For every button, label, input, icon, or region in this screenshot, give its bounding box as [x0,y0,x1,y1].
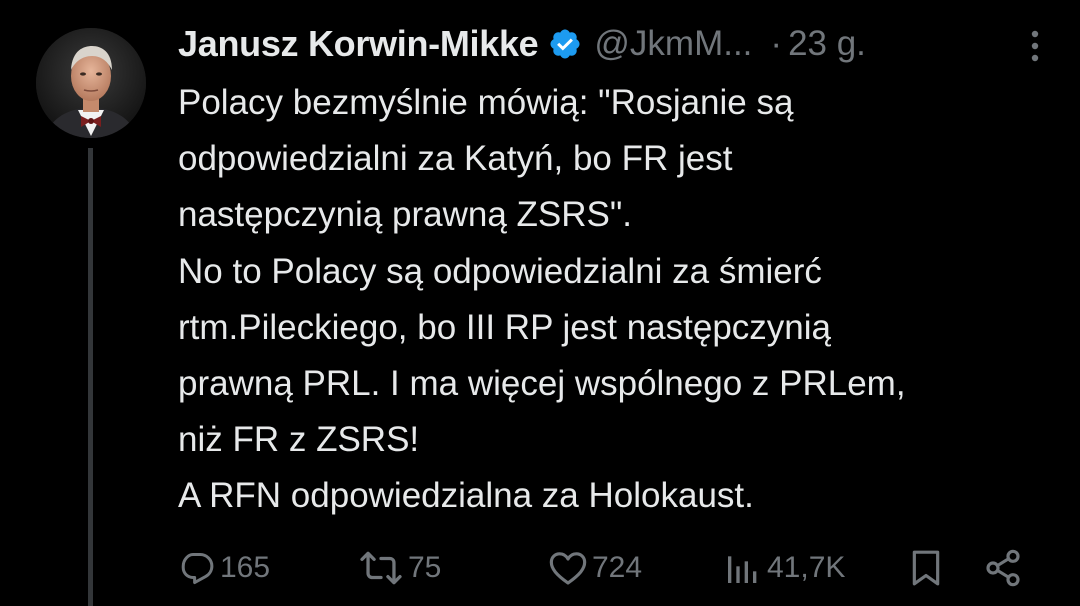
reply-button[interactable]: 165 [178,540,270,596]
avatar[interactable] [36,28,146,138]
reply-icon [181,553,214,585]
avatar-portrait [36,28,146,138]
tweet-text-line: Polacy bezmyślnie mówią: "Rosjanie są [178,83,794,122]
time-separator: · [770,24,783,63]
views-count: 41,7K [767,551,846,584]
bookmark-icon [912,550,940,586]
retweet-icon [360,551,402,585]
tweet-actions: 165 75 724 41,7K [178,540,1058,596]
tweet-header: Janusz Korwin-Mikke @JkmM... · 23 g. [178,20,1048,68]
retweet-count: 75 [408,551,442,584]
retweet-button[interactable]: 75 [358,540,441,596]
avatar-column [36,28,146,606]
share-button[interactable] [983,540,1023,596]
author-handle[interactable]: @JkmM... [594,24,752,64]
like-count: 724 [592,551,643,584]
tweet-text: Polacy bezmyślnie mówią: "Rosjanie są od… [178,75,1058,525]
heart-icon [549,552,587,585]
views-button[interactable]: 41,7K [723,540,845,596]
views-icon [728,556,757,583]
author-name[interactable]: Janusz Korwin-Mikke [178,23,539,65]
tweet-text-line: A RFN odpowiedzialna za Holokaust. [178,476,754,516]
tweet-timestamp[interactable]: 23 g. [788,24,866,64]
tweet-text-line: następczynią prawną ZSRS". [178,195,633,235]
share-icon [986,549,1020,587]
verified-badge-icon [550,29,580,59]
tweet-text-line: niż FR z ZSRS! [178,420,420,460]
like-button[interactable]: 724 [548,540,642,596]
more-vertical-icon[interactable] [1017,26,1053,66]
tweet-text-line: No to Polacy są odpowiedzialni za śmierć [178,251,822,291]
thread-line [88,148,93,606]
tweet-text-line: odpowiedzialni za Katyń, bo FR jest [178,139,733,179]
reply-count: 165 [220,551,271,584]
tweet-text-line: prawną PRL. I ma więcej wspólnego z PRLe… [178,364,906,404]
bookmark-button[interactable] [908,540,944,596]
tweet-text-line: rtm.Pileckiego, bo III RP jest następczy… [178,307,831,347]
